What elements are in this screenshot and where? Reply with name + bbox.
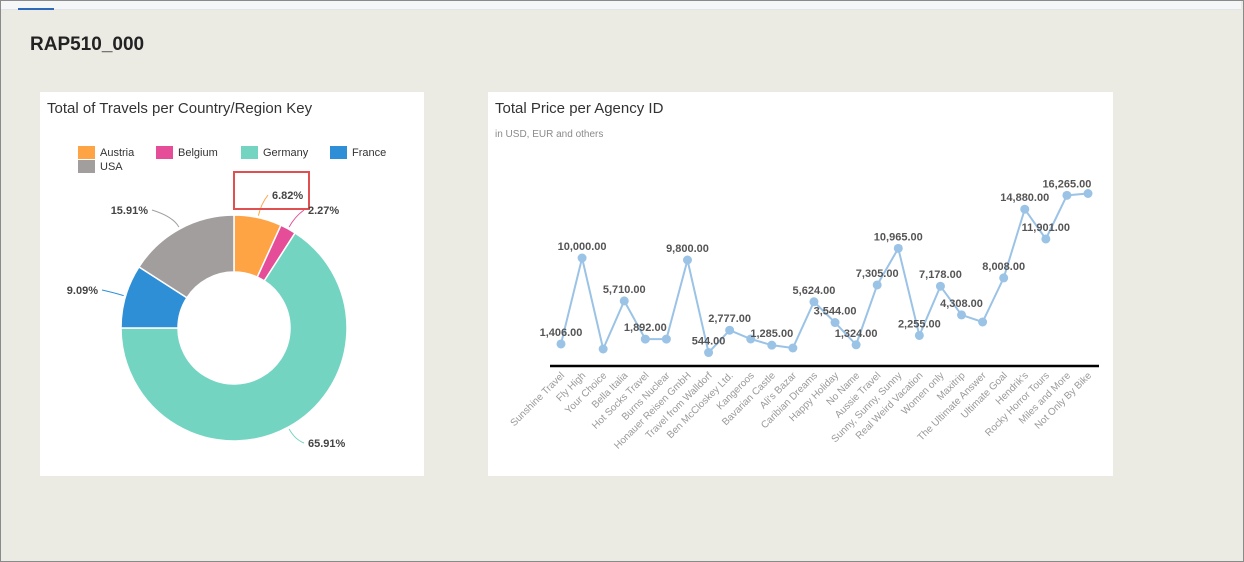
data-point-the-ultimate-answer[interactable] (978, 317, 988, 327)
donut-leader-line (151, 209, 180, 228)
line-data-label: 14,880.00 (1000, 192, 1049, 204)
line-data-label: 11,901.00 (1022, 222, 1070, 234)
data-point-sunshine-travel[interactable] (556, 339, 566, 349)
line-chart-card: Total Price per Agency ID in USD, EUR an… (488, 92, 1113, 476)
data-point-real-weird-vacation[interactable] (914, 330, 924, 340)
top-tab-strip (1, 1, 1241, 10)
data-point-no-name[interactable] (851, 340, 861, 350)
data-point-honauer-reisen-gmbh[interactable] (682, 255, 692, 265)
donut-chart-card: Total of Travels per Country/Region Key … (40, 92, 424, 476)
active-tab-indicator[interactable] (18, 8, 54, 10)
data-point-hot-socks-travel[interactable] (640, 334, 650, 344)
data-point-ultimate-goal[interactable] (999, 273, 1009, 283)
data-point-hendrik-s[interactable] (1020, 204, 1030, 214)
line-data-label: 1,892.00 (624, 322, 667, 334)
data-point-ali-s-bazar[interactable] (788, 343, 798, 353)
page-title: RAP510_000 (30, 34, 145, 55)
donut-chart: 6.82% 2.27% 65.91% 9.09% 15.91% (67, 171, 348, 450)
line-data-label: 4,308.00 (940, 298, 983, 310)
line-data-label: 2,777.00 (708, 313, 751, 325)
donut-data-label: 6.82% (272, 190, 303, 202)
donut-data-label: 9.09% (67, 285, 98, 297)
line-data-label: 544.00 (692, 336, 726, 348)
data-point-women-only[interactable] (935, 281, 945, 291)
data-point-not-only-by-bike[interactable] (1083, 189, 1093, 198)
donut-leader-line (101, 289, 124, 297)
data-point-sunny-sunny-sunny[interactable] (893, 243, 903, 253)
data-point-bella-italia[interactable] (619, 296, 629, 306)
data-point-travel-from-walldorf[interactable] (704, 348, 714, 358)
line-data-label: 10,000.00 (558, 241, 607, 253)
line-data-label: 5,624.00 (793, 285, 836, 297)
line-data-label: 2,255.00 (898, 318, 941, 330)
line-data-label: 7,178.00 (919, 269, 962, 281)
data-point-your-choice[interactable] (598, 344, 608, 354)
data-point-rocky-horror-tours[interactable] (1041, 234, 1051, 244)
data-point-maxitrip[interactable] (957, 310, 967, 320)
data-point-ben-mccloskey-ltd[interactable] (725, 325, 735, 335)
donut-data-label: 2.27% (308, 205, 339, 217)
donut-data-label: 65.91% (308, 438, 346, 450)
line-data-label: 3,544.00 (814, 306, 857, 318)
data-point-aussie-travel[interactable] (872, 280, 882, 290)
line-chart: 1,406.00Sunshine Travel10,000.00Fly High… (509, 178, 1099, 452)
donut-leader-line (257, 194, 269, 216)
data-point-miles-and-more[interactable] (1062, 190, 1072, 200)
line-data-label: 5,710.00 (603, 284, 646, 296)
data-point-fly-high[interactable] (577, 253, 587, 263)
donut-leader-line (288, 209, 305, 228)
line-data-label: 7,305.00 (856, 268, 899, 280)
line-data-label: 8,008.00 (982, 261, 1025, 273)
line-data-label: 1,285.00 (750, 328, 793, 340)
data-point-happy-holiday[interactable] (830, 318, 840, 328)
line-data-label: 1,406.00 (540, 327, 583, 339)
donut-data-label: 15.91% (111, 205, 149, 217)
donut-leader-line (288, 428, 305, 444)
line-data-label: 10,965.00 (874, 231, 923, 243)
data-point-bavarian-castle[interactable] (767, 340, 777, 350)
data-point-burns-nuclear[interactable] (661, 334, 671, 344)
line-data-label: 1,324.00 (835, 328, 878, 340)
line-data-label: 16,265.00 (1042, 178, 1091, 190)
line-data-label: 9,800.00 (666, 243, 709, 255)
